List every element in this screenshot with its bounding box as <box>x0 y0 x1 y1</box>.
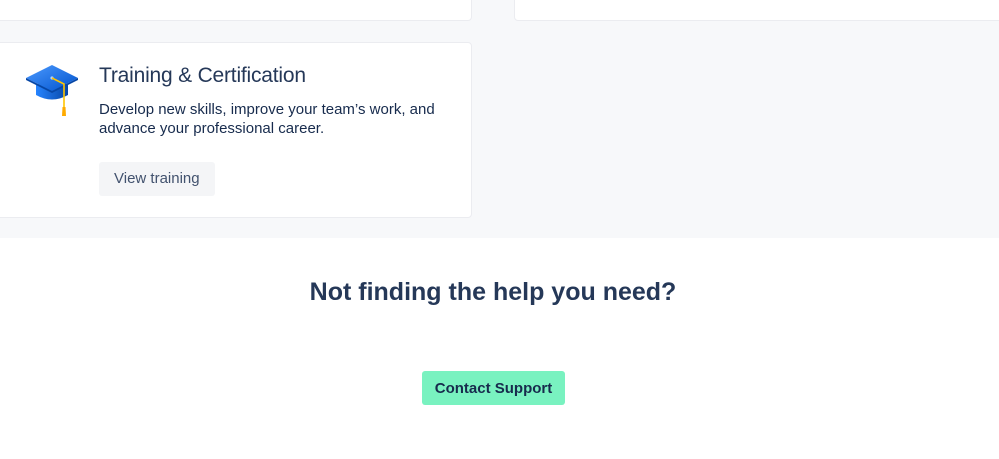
contact-support-button[interactable]: Contact Support <box>422 371 565 405</box>
graduation-cap-icon <box>26 65 78 116</box>
help-heading: Not finding the help you need? <box>309 278 677 306</box>
resource-card-partial-left <box>0 0 472 21</box>
card-title: Training & Certification <box>99 64 306 87</box>
view-training-button[interactable]: View training <box>99 162 215 196</box>
card-description: Develop new skills, improve your team’s … <box>99 101 435 137</box>
resource-card-partial-right <box>514 0 999 21</box>
